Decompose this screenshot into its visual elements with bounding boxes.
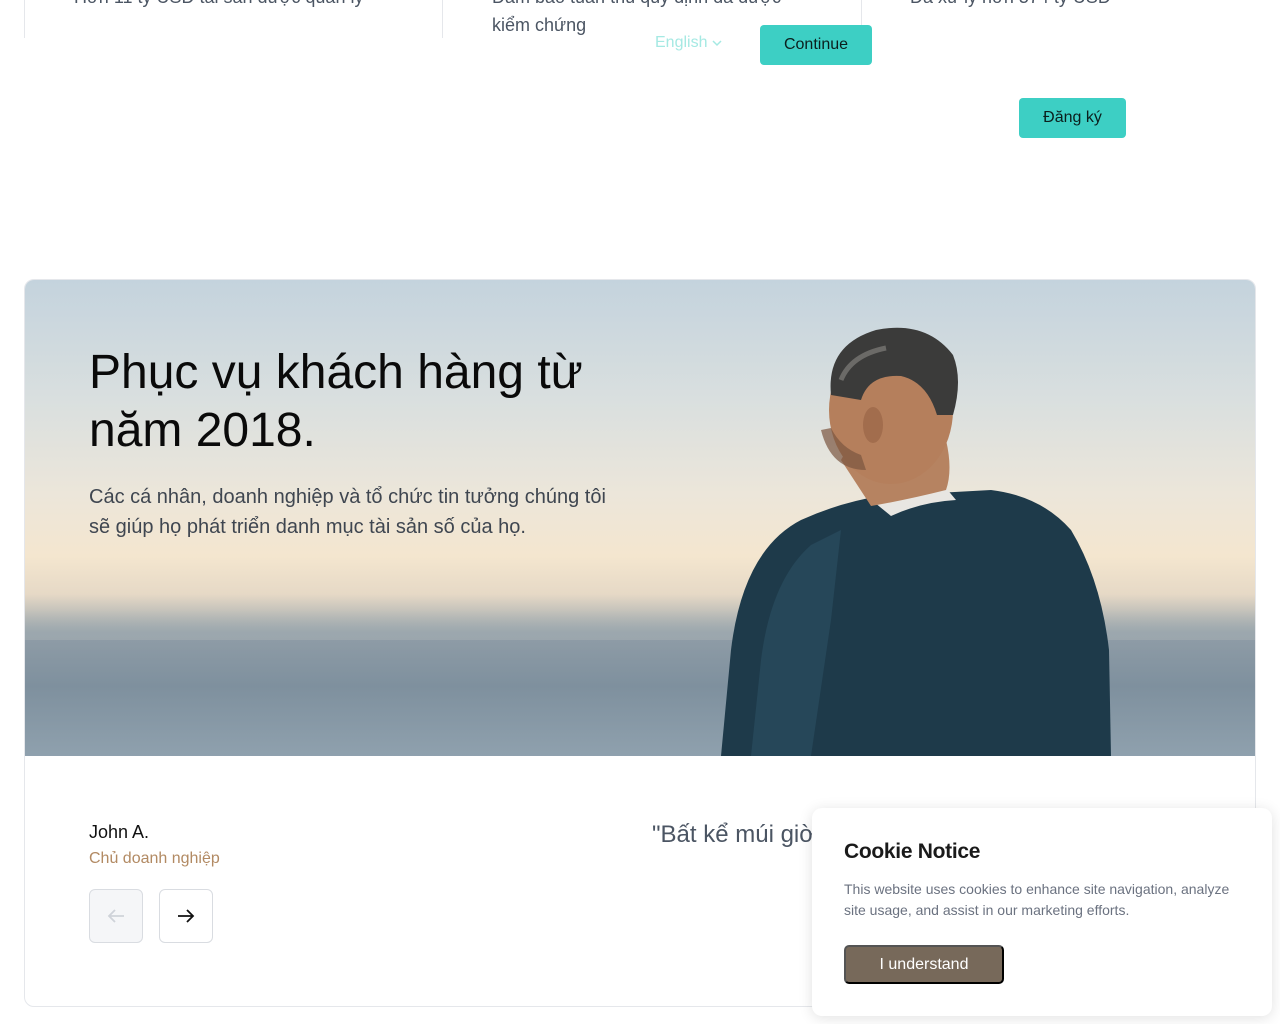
businessman-photo [721,327,1111,756]
signup-button[interactable]: Đăng ký [1019,98,1126,138]
cookie-notice: Cookie Notice This website uses cookies … [812,808,1272,1016]
arrow-right-icon [178,909,195,923]
chevron-down-icon [712,40,723,47]
stat-text: Hơn 11 tỷ USD tài sản được quản lý [74,0,363,11]
hero-subtitle: Các cá nhân, doanh nghiệp và tổ chức tin… [89,486,606,538]
continue-button[interactable]: Continue [760,25,872,65]
arrow-left-icon [107,909,124,923]
hero-title: Phục vụ khách hàng từ năm 2018. [89,346,583,457]
previous-button[interactable] [89,889,143,943]
cookie-accept-button[interactable]: I understand [844,945,1004,984]
testimonial-role: Chủ doanh nghiệp [89,850,220,867]
cookie-title: Cookie Notice [844,840,981,863]
stat-item: Hơn 11 tỷ USD tài sản được quản lý [24,0,443,38]
cookie-text: This website uses cookies to enhance sit… [844,881,1230,918]
stats-strip: Hơn 11 tỷ USD tài sản được quản lý Đảm b… [24,0,1256,40]
language-label: English [655,34,708,51]
language-selector[interactable]: English [655,34,723,52]
testimonial-author: John A. [89,822,150,842]
hero-image: Phục vụ khách hàng từ năm 2018. Các cá n… [25,280,1255,756]
stat-text: Đã xử lý hơn 574 tỷ USD [910,0,1111,11]
next-button[interactable] [159,889,213,943]
stat-item: Đã xử lý hơn 574 tỷ USD [862,0,1256,38]
